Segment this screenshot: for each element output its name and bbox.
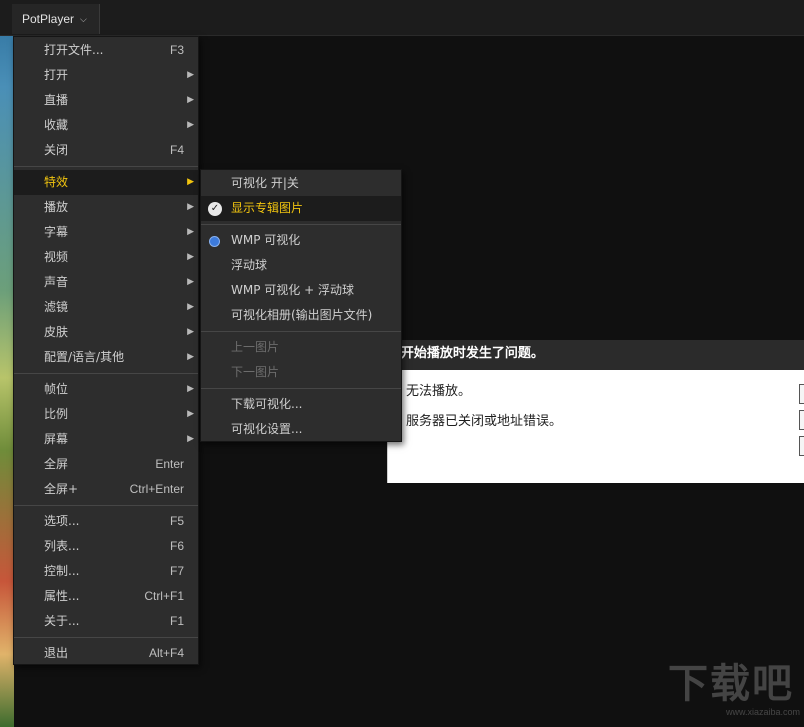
menu-item-playlist[interactable]: 列表...F6 — [14, 534, 198, 559]
menu-item-visual-album[interactable]: 可视化相册(输出图片文件) — [201, 303, 401, 328]
menu-separator — [14, 373, 198, 374]
submenu-arrow-icon: ▶ — [187, 113, 194, 138]
submenu-arrow-icon: ▶ — [187, 88, 194, 113]
checkmark-icon: ✓ — [208, 202, 222, 216]
menu-item-download-visualization[interactable]: 下载可视化... — [201, 392, 401, 417]
submenu-arrow-icon: ▶ — [187, 63, 194, 88]
title-bar: PotPlayer ⌵ — [0, 0, 804, 36]
menu-item-favorites[interactable]: 收藏▶ — [14, 113, 198, 138]
shortcut-label: F4 — [170, 138, 184, 163]
menu-item-playback[interactable]: 播放▶ — [14, 195, 198, 220]
menu-item-open[interactable]: 打开▶ — [14, 63, 198, 88]
menu-item-effects[interactable]: 特效▶ — [14, 170, 198, 195]
menu-item-video[interactable]: 视频▶ — [14, 245, 198, 270]
shortcut-label: F7 — [170, 559, 184, 584]
menu-separator — [201, 224, 401, 225]
shortcut-label: Ctrl+Enter — [130, 477, 184, 502]
shortcut-label: Ctrl+F1 — [144, 584, 184, 609]
submenu-arrow-icon: ▶ — [187, 402, 194, 427]
menu-item-visualization-toggle[interactable]: 可视化 开|关 — [201, 171, 401, 196]
menu-item-properties[interactable]: 属性...Ctrl+F1 — [14, 584, 198, 609]
submenu-arrow-icon: ▶ — [187, 195, 194, 220]
menu-item-fullscreen-plus[interactable]: 全屏+Ctrl+Enter — [14, 477, 198, 502]
menu-item-filters[interactable]: 滤镜▶ — [14, 295, 198, 320]
shortcut-label: F6 — [170, 534, 184, 559]
dialog-control-edge[interactable] — [799, 436, 804, 456]
menu-item-exit[interactable]: 退出Alt+F4 — [14, 641, 198, 666]
error-message-line1: 无法播放。 — [406, 380, 471, 399]
error-dialog-title: E开始播放时发生了问题。 — [388, 340, 804, 370]
submenu-arrow-icon: ▶ — [187, 345, 194, 370]
submenu-arrow-icon: ▶ — [187, 320, 194, 345]
menu-separator — [14, 637, 198, 638]
menu-item-show-album-art[interactable]: ✓显示专辑图片 — [201, 196, 401, 221]
submenu-arrow-icon: ▶ — [187, 270, 194, 295]
shortcut-label: Enter — [155, 452, 184, 477]
main-context-menu: 打开文件...F3 打开▶ 直播▶ 收藏▶ 关闭F4 特效▶ 播放▶ 字幕▶ 视… — [13, 36, 199, 665]
shortcut-label: F1 — [170, 609, 184, 634]
menu-separator — [201, 331, 401, 332]
menu-item-fullscreen[interactable]: 全屏Enter — [14, 452, 198, 477]
watermark-logo: 下载吧 www.xiazaiba.com — [668, 661, 800, 721]
shortcut-label: Alt+F4 — [149, 641, 184, 666]
menu-item-skins[interactable]: 皮肤▶ — [14, 320, 198, 345]
error-dialog: E开始播放时发生了问题。 无法播放。 服务器已关闭或地址错误。 — [387, 340, 804, 483]
shortcut-label: F3 — [170, 38, 184, 63]
menu-item-next-image: 下一图片 — [201, 360, 401, 385]
menu-item-floating-ball[interactable]: 浮动球 — [201, 253, 401, 278]
menu-item-config-language[interactable]: 配置/语言/其他▶ — [14, 345, 198, 370]
dialog-control-edge[interactable] — [799, 410, 804, 430]
menu-item-control[interactable]: 控制...F7 — [14, 559, 198, 584]
menu-separator — [14, 505, 198, 506]
app-title: PotPlayer — [22, 12, 74, 26]
menu-separator — [14, 166, 198, 167]
menu-item-wmp-visualization[interactable]: WMP 可视化 — [201, 228, 401, 253]
menu-item-options[interactable]: 选项...F5 — [14, 509, 198, 534]
watermark-text: 下载吧 — [668, 661, 800, 707]
menu-item-ratio[interactable]: 比例▶ — [14, 402, 198, 427]
menu-item-previous-image: 上一图片 — [201, 335, 401, 360]
dialog-control-edge[interactable] — [799, 384, 804, 404]
desktop-background — [0, 0, 14, 727]
menu-item-visualization-settings[interactable]: 可视化设置... — [201, 417, 401, 442]
submenu-arrow-icon: ▶ — [187, 170, 194, 195]
submenu-arrow-icon: ▶ — [187, 377, 194, 402]
submenu-arrow-icon: ▶ — [187, 295, 194, 320]
menu-item-subtitles[interactable]: 字幕▶ — [14, 220, 198, 245]
menu-item-close[interactable]: 关闭F4 — [14, 138, 198, 163]
error-message-line2: 服务器已关闭或地址错误。 — [406, 410, 562, 429]
effects-submenu: 可视化 开|关 ✓显示专辑图片 WMP 可视化 浮动球 WMP 可视化 + 浮动… — [200, 169, 402, 442]
menu-item-screen[interactable]: 屏幕▶ — [14, 427, 198, 452]
menu-item-about[interactable]: 关于...F1 — [14, 609, 198, 634]
menu-item-wmp-plus-floating-ball[interactable]: WMP 可视化 + 浮动球 — [201, 278, 401, 303]
chevron-down-icon: ⌵ — [80, 14, 87, 25]
submenu-arrow-icon: ▶ — [187, 427, 194, 452]
app-menu-button[interactable]: PotPlayer ⌵ — [12, 4, 100, 34]
menu-item-frame[interactable]: 帧位▶ — [14, 377, 198, 402]
watermark-url: www.xiazaiba.com — [668, 707, 800, 717]
menu-item-audio[interactable]: 声音▶ — [14, 270, 198, 295]
shortcut-label: F5 — [170, 509, 184, 534]
submenu-arrow-icon: ▶ — [187, 220, 194, 245]
menu-item-live[interactable]: 直播▶ — [14, 88, 198, 113]
radio-selected-icon — [209, 236, 220, 247]
menu-item-open-file[interactable]: 打开文件...F3 — [14, 38, 198, 63]
menu-separator — [201, 388, 401, 389]
submenu-arrow-icon: ▶ — [187, 245, 194, 270]
